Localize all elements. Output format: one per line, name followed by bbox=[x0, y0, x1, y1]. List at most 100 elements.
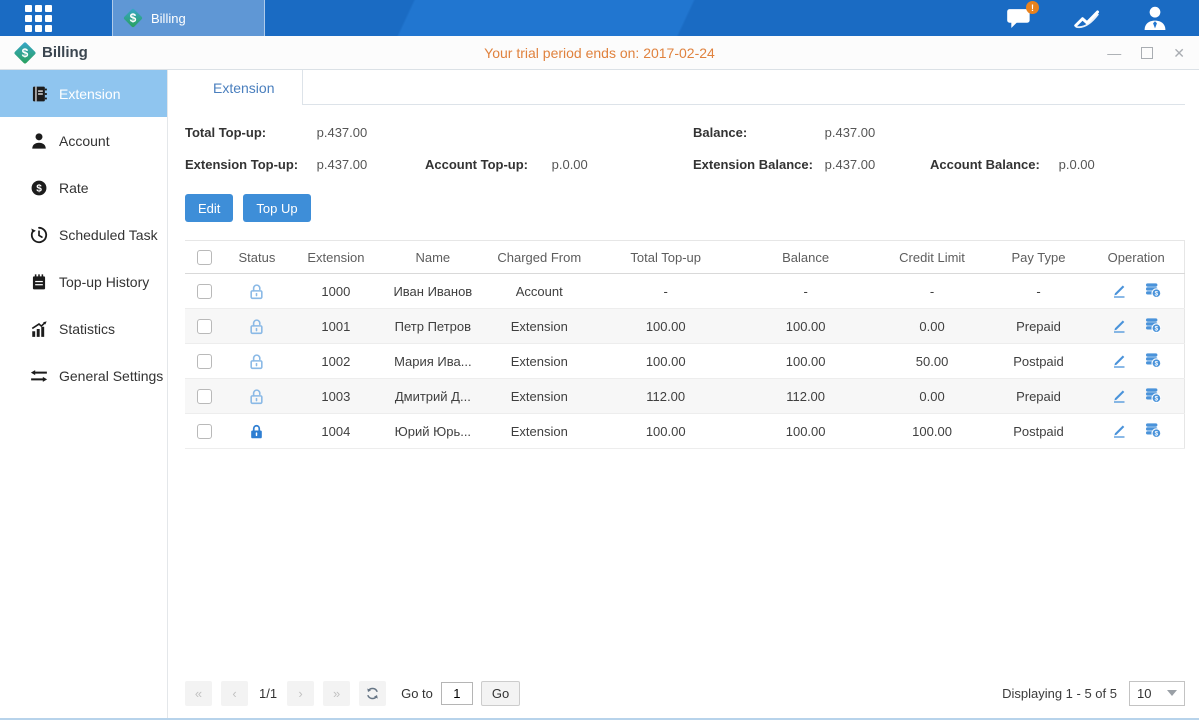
billing-diamond-icon: $ bbox=[14, 42, 36, 64]
topup-coins-icon[interactable] bbox=[1145, 422, 1161, 441]
chart-growth-icon bbox=[30, 320, 48, 338]
stat-value: p.0.00 bbox=[552, 157, 588, 172]
account-top-up-stat: Account Top-up: p.0.00 bbox=[425, 157, 693, 172]
go-to-label: Go to bbox=[401, 686, 433, 701]
cell-name: Дмитрий Д... bbox=[383, 379, 483, 414]
page-size-select[interactable]: 10 bbox=[1129, 681, 1185, 706]
go-to-page-input[interactable] bbox=[441, 682, 473, 705]
row-checkbox[interactable] bbox=[197, 389, 212, 404]
stat-label: Balance: bbox=[693, 125, 821, 140]
table-row[interactable]: 1003 Дмитрий Д... Extension 112.00 112.0… bbox=[185, 379, 1185, 414]
sidebar-item-statistics[interactable]: Statistics bbox=[0, 305, 167, 352]
sidebar-item-topup-history[interactable]: Top-up History bbox=[0, 258, 167, 305]
cell-total-top-up: - bbox=[596, 274, 736, 309]
topup-coins-icon[interactable] bbox=[1145, 352, 1161, 371]
page-indicator: 1/1 bbox=[259, 686, 277, 701]
col-credit-limit: Credit Limit bbox=[876, 241, 989, 274]
person-icon bbox=[30, 132, 48, 150]
cell-balance: 100.00 bbox=[736, 309, 876, 344]
cell-name: Юрий Юрь... bbox=[383, 414, 483, 449]
maximize-icon[interactable] bbox=[1141, 47, 1153, 59]
sidebar: Extension Account $ Rate bbox=[0, 70, 168, 718]
table-row[interactable]: 1001 Петр Петров Extension 100.00 100.00… bbox=[185, 309, 1185, 344]
cell-name: Мария Ива... bbox=[383, 344, 483, 379]
topup-coins-icon[interactable] bbox=[1145, 282, 1161, 301]
table-row[interactable]: 1000 Иван Иванов Account - - - - bbox=[185, 274, 1185, 309]
window-titlebar: $ Billing Your trial period ends on: 201… bbox=[0, 36, 1199, 70]
sidebar-item-label: General Settings bbox=[59, 368, 163, 384]
table-row[interactable]: 1004 Юрий Юрь... Extension 100.00 100.00… bbox=[185, 414, 1185, 449]
sidebar-item-scheduled-task[interactable]: Scheduled Task bbox=[0, 211, 167, 258]
chevron-down-icon bbox=[1167, 690, 1177, 696]
edit-pencil-icon[interactable] bbox=[1111, 282, 1127, 301]
extension-balance-stat: Extension Balance: p.437.00 bbox=[693, 157, 930, 172]
col-total-top-up: Total Top-up bbox=[596, 241, 736, 274]
sidebar-item-extension[interactable]: Extension bbox=[0, 70, 167, 117]
topup-coins-icon[interactable] bbox=[1145, 317, 1161, 336]
user-icon[interactable] bbox=[1141, 5, 1169, 31]
topup-coins-icon[interactable] bbox=[1145, 387, 1161, 406]
edit-pencil-icon[interactable] bbox=[1111, 317, 1127, 336]
status-lock-icon bbox=[248, 282, 265, 297]
balance-stat: Balance: p.437.00 bbox=[693, 125, 930, 140]
account-balance-stat: Account Balance: p.0.00 bbox=[930, 157, 1185, 172]
status-lock-icon bbox=[248, 422, 265, 437]
row-checkbox[interactable] bbox=[197, 284, 212, 299]
cell-charged-from: Extension bbox=[483, 379, 596, 414]
edit-pencil-icon[interactable] bbox=[1111, 352, 1127, 371]
first-page-button[interactable]: « bbox=[185, 681, 212, 706]
statistics-icon[interactable] bbox=[1073, 5, 1101, 31]
sidebar-item-account[interactable]: Account bbox=[0, 117, 167, 164]
ledger-icon bbox=[30, 273, 48, 291]
messages-icon[interactable]: ! bbox=[1005, 5, 1033, 31]
system-topbar: $ Billing ! bbox=[0, 0, 1199, 36]
row-checkbox[interactable] bbox=[197, 424, 212, 439]
extension-top-up-stat: Extension Top-up: p.437.00 bbox=[185, 157, 425, 172]
cell-balance: - bbox=[736, 274, 876, 309]
row-checkbox[interactable] bbox=[197, 319, 212, 334]
edit-pencil-icon[interactable] bbox=[1111, 387, 1127, 406]
select-all-checkbox[interactable] bbox=[197, 250, 212, 265]
sidebar-item-label: Extension bbox=[59, 86, 120, 102]
col-status: Status bbox=[225, 241, 289, 274]
apps-grid-icon[interactable] bbox=[0, 0, 76, 36]
total-top-up-stat: Total Top-up: p.437.00 bbox=[185, 125, 425, 140]
tab-strip: Extension bbox=[185, 70, 1185, 105]
balance-summary: Total Top-up: p.437.00 Balance: p.437.00… bbox=[185, 125, 1185, 172]
sliders-icon bbox=[30, 367, 48, 385]
table-header-row: Status Extension Name Charged From Total… bbox=[185, 241, 1185, 274]
cell-charged-from: Account bbox=[483, 274, 596, 309]
prev-page-button[interactable]: ‹ bbox=[221, 681, 248, 706]
cell-charged-from: Extension bbox=[483, 344, 596, 379]
extensions-table: Status Extension Name Charged From Total… bbox=[185, 240, 1185, 449]
edit-pencil-icon[interactable] bbox=[1111, 422, 1127, 441]
refresh-icon[interactable] bbox=[359, 681, 386, 706]
next-page-button[interactable]: › bbox=[287, 681, 314, 706]
sidebar-item-general-settings[interactable]: General Settings bbox=[0, 352, 167, 399]
stat-label: Extension Top-up: bbox=[185, 157, 313, 172]
stat-label: Account Balance: bbox=[930, 157, 1055, 172]
sidebar-item-label: Top-up History bbox=[59, 274, 149, 290]
tab-extension[interactable]: Extension bbox=[185, 70, 303, 105]
taskbar-tab-billing[interactable]: $ Billing bbox=[112, 0, 265, 36]
top-up-button[interactable]: Top Up bbox=[243, 194, 310, 222]
minimize-icon[interactable]: — bbox=[1107, 46, 1121, 60]
cell-credit-limit: 50.00 bbox=[876, 344, 989, 379]
cell-total-top-up: 100.00 bbox=[596, 344, 736, 379]
last-page-button[interactable]: » bbox=[323, 681, 350, 706]
billing-app-window: $ Billing ! bbox=[0, 0, 1199, 720]
sidebar-item-label: Statistics bbox=[59, 321, 115, 337]
go-button[interactable]: Go bbox=[481, 681, 520, 706]
col-name: Name bbox=[383, 241, 483, 274]
close-icon[interactable]: ✕ bbox=[1173, 46, 1185, 60]
stat-label: Extension Balance: bbox=[693, 157, 821, 172]
cell-credit-limit: 100.00 bbox=[876, 414, 989, 449]
edit-button[interactable]: Edit bbox=[185, 194, 233, 222]
sidebar-item-rate[interactable]: $ Rate bbox=[0, 164, 167, 211]
row-checkbox[interactable] bbox=[197, 354, 212, 369]
table-row[interactable]: 1002 Мария Ива... Extension 100.00 100.0… bbox=[185, 344, 1185, 379]
status-lock-icon bbox=[248, 352, 265, 367]
pagination-bar: « ‹ 1/1 › » Go to Go Displaying 1 - 5 of… bbox=[185, 678, 1185, 708]
history-clock-icon bbox=[30, 226, 48, 244]
window-title: Billing bbox=[42, 44, 88, 61]
